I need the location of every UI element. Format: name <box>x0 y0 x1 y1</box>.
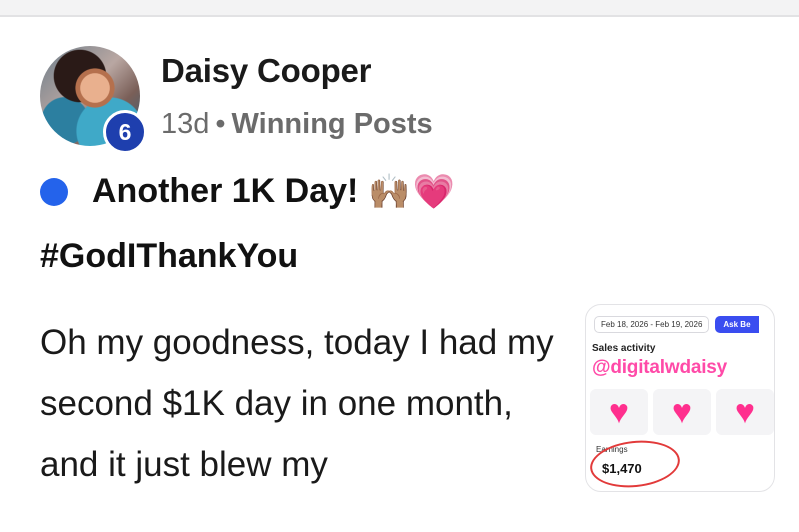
post-time[interactable]: 13d <box>161 108 209 140</box>
ask-button: Ask Be <box>715 315 759 333</box>
unread-dot-icon <box>40 177 68 206</box>
group-name[interactable]: Winning Posts <box>232 108 433 140</box>
date-range: Feb 18, 2026 - Feb 19, 2026 <box>594 315 710 333</box>
thumbnail-toolbar: Feb 18, 2026 - Feb 19, 2026 Ask Be <box>594 313 774 335</box>
heart-face-icon: ♥ <box>653 389 711 435</box>
author-name[interactable]: Daisy Cooper <box>161 52 372 90</box>
heart-face-icon: ♥ <box>716 389 774 435</box>
post-image-thumbnail[interactable]: Feb 18, 2026 - Feb 19, 2026 Ask Be Sales… <box>585 304 775 492</box>
post-title: Another 1K Day! <box>92 172 359 210</box>
meta-separator: • <box>215 108 226 140</box>
raised-hands-icon: 🙌🏽 <box>368 172 411 211</box>
post-body: Oh my goodness, today I had my second $1… <box>40 323 554 484</box>
heart-row: ♥ ♥ ♥ <box>590 389 774 435</box>
pink-heart-icon: 💗 <box>412 172 456 211</box>
post-title-row: Another 1K Day! 🙌🏽 💗 <box>40 172 455 211</box>
level-badge: 6 <box>103 110 147 154</box>
handle-overlay: @digitalwdaisy <box>592 357 728 378</box>
heart-face-icon: ♥ <box>590 389 648 435</box>
post-meta: 13d • Winning Posts <box>161 108 433 141</box>
sales-activity-label: Sales activity <box>592 343 656 354</box>
post-hashtag[interactable]: #GodIThankYou <box>40 237 298 276</box>
top-divider <box>0 0 799 17</box>
